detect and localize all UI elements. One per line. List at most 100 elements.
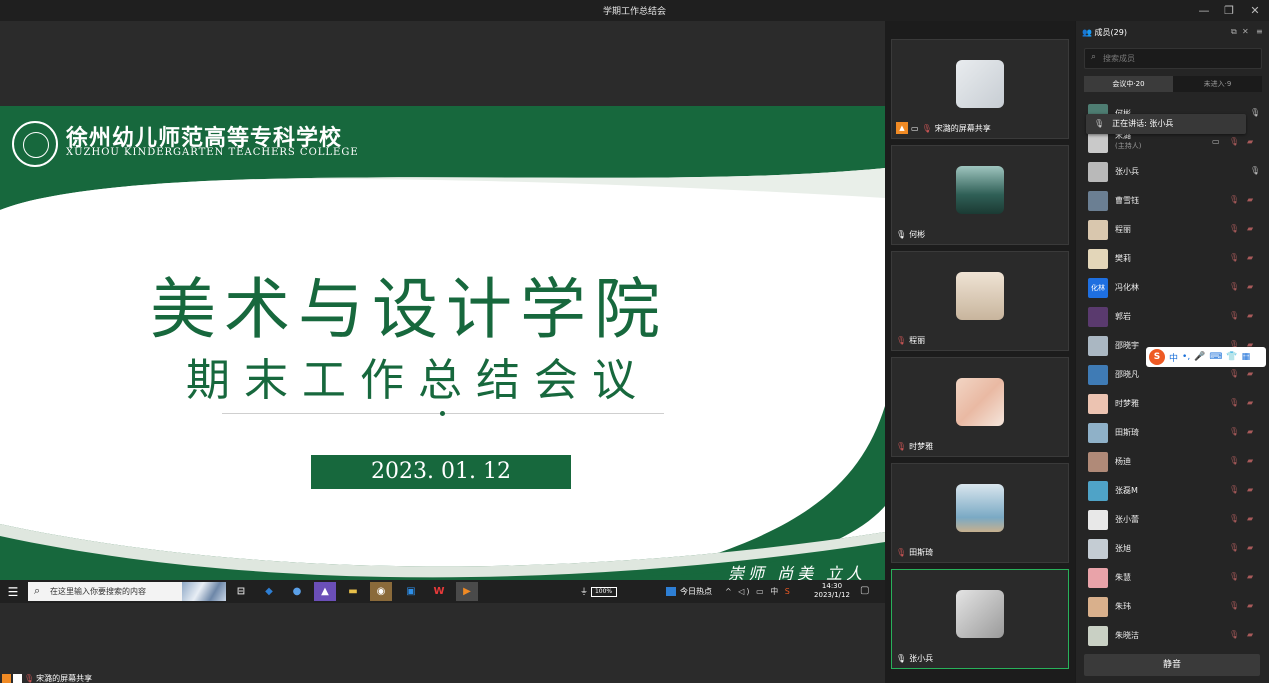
close-panel-icon[interactable]: ✕ [1242, 27, 1249, 36]
search-icon: ⌕ [1091, 52, 1097, 62]
member-search[interactable]: ⌕ [1084, 48, 1262, 69]
camera-off-icon[interactable]: ▰ [1247, 282, 1253, 291]
member-name: 杨迪 [1115, 456, 1131, 467]
member-name: 程丽 [1115, 224, 1131, 235]
mic-muted-icon[interactable]: 🎙 [1229, 398, 1239, 407]
member-row[interactable]: 程丽 🎙 ▰ [1076, 215, 1269, 244]
minimize-button[interactable]: — [1193, 2, 1215, 18]
camera-off-icon[interactable]: ▰ [1247, 398, 1253, 407]
member-tabs: 会议中·20 未进入·9 [1084, 76, 1262, 92]
camera-off-icon[interactable]: ▰ [1247, 311, 1253, 320]
camera-off-icon[interactable]: ▰ [1247, 630, 1253, 639]
meeting-app: 学期工作总结会 — ❐ ✕ 徐州幼儿师范高等专科学校 XUZHOU KINDER… [0, 0, 1269, 683]
camera-off-icon[interactable]: ▰ [1247, 137, 1253, 146]
member-row[interactable]: 朱玮 🎙 ▰ [1076, 592, 1269, 621]
video-tile[interactable]: 🎙 何彬 [891, 145, 1069, 245]
member-name-text: 邵晓凡 [1115, 370, 1139, 379]
network-icon: ▭ [756, 587, 766, 596]
member-row[interactable]: 曹雪钰 🎙 ▰ [1076, 186, 1269, 215]
mic-muted-icon[interactable]: 🎙 [1229, 485, 1239, 494]
menu-icon[interactable]: ≡ [1256, 27, 1263, 36]
mic-muted-icon[interactable]: 🎙 [1229, 253, 1239, 262]
member-row[interactable]: 张小蕾 🎙 ▰ [1076, 505, 1269, 534]
member-avatar [1088, 220, 1108, 240]
restore-button[interactable]: ❐ [1218, 2, 1240, 18]
camera-off-icon[interactable]: ▰ [1247, 601, 1253, 610]
member-name: 邵晓宇 [1115, 340, 1139, 351]
mute-all-button[interactable]: 静音 [1084, 654, 1260, 676]
member-name: 张小蕾 [1115, 514, 1139, 525]
sogou-logo-icon[interactable]: S [1149, 349, 1165, 365]
keyboard-icon[interactable]: ⌨ [1209, 352, 1222, 362]
mic-muted-icon[interactable]: 🎙 [1229, 601, 1239, 610]
member-row[interactable]: 朱晓洁 🎙 ▰ [1076, 621, 1269, 650]
member-row[interactable]: 樊莉 🎙 ▰ [1076, 244, 1269, 273]
presentation-slide: 徐州幼儿师范高等专科学校 XUZHOU KINDERGARTEN TEACHER… [0, 106, 885, 601]
video-tile[interactable]: 🎙 田斯琦 [891, 463, 1069, 563]
mic-icon[interactable]: 🎙 [1250, 108, 1260, 117]
mic-muted-icon[interactable]: 🎙 [1229, 369, 1239, 378]
clock-time: 14:30 [821, 582, 843, 590]
mic-muted-icon[interactable]: 🎙 [1229, 456, 1239, 465]
camera-off-icon[interactable]: ▰ [1247, 485, 1253, 494]
camera-off-icon[interactable]: ▰ [1247, 543, 1253, 552]
mic-muted-icon[interactable]: 🎙 [1229, 311, 1239, 320]
member-row[interactable]: 田斯琦 🎙 ▰ [1076, 418, 1269, 447]
mic-muted-icon[interactable]: 🎙 [1229, 572, 1239, 581]
camera-off-icon[interactable]: ▰ [1247, 253, 1253, 262]
member-name: 邵晓凡 [1115, 369, 1139, 380]
tile-name: 程丽 [909, 336, 926, 345]
folder-icon: ▬ [348, 586, 358, 597]
member-name-text: 樊莉 [1115, 254, 1131, 263]
tile-label: 🎙 张小兵 [896, 653, 933, 664]
camera-off-icon[interactable]: ▰ [1247, 369, 1253, 378]
mic-icon[interactable]: 🎙 [1250, 166, 1260, 175]
ime-lang-toggle[interactable]: 中 [1169, 351, 1178, 364]
member-avatar [1088, 626, 1108, 646]
mic-muted-icon[interactable]: 🎙 [1229, 427, 1239, 436]
member-row[interactable]: 朱慧 🎙 ▰ [1076, 563, 1269, 592]
member-row[interactable]: 郭岩 🎙 ▰ [1076, 302, 1269, 331]
member-name: 田斯琦 [1115, 427, 1139, 438]
camera-off-icon[interactable]: ▰ [1247, 514, 1253, 523]
tab-in-meeting[interactable]: 会议中·20 [1084, 76, 1173, 92]
member-name-text: 冯化林 [1115, 283, 1139, 292]
camera-off-icon[interactable]: ▰ [1247, 427, 1253, 436]
tab-not-joined[interactable]: 未进入·9 [1173, 76, 1262, 92]
member-name-text: 邵晓宇 [1115, 341, 1139, 350]
skin-icon[interactable]: 👕 [1226, 352, 1237, 362]
member-search-input[interactable] [1103, 52, 1253, 65]
video-tile[interactable]: 🎙 时梦雅 [891, 357, 1069, 457]
mic-muted-icon[interactable]: 🎙 [1229, 195, 1239, 204]
camera-off-icon[interactable]: ▰ [1247, 572, 1253, 581]
member-row[interactable]: 张旭 🎙 ▰ [1076, 534, 1269, 563]
member-row[interactable]: 张小兵 🎙 [1076, 157, 1269, 186]
mic-muted-icon[interactable]: 🎙 [1229, 514, 1239, 523]
member-row[interactable]: 张磊M 🎙 ▰ [1076, 476, 1269, 505]
camera-off-icon[interactable]: ▰ [1247, 456, 1253, 465]
video-strip[interactable]: ▲ ▭ 🎙 宋潞的屏幕共享 🎙 何彬 🎙 程丽 🎙 时梦雅 🎙 田斯琦 🎙 张小… [885, 21, 1075, 683]
close-button[interactable]: ✕ [1244, 2, 1266, 18]
member-avatar [1088, 191, 1108, 211]
mic-muted-icon[interactable]: 🎙 [1229, 630, 1239, 639]
video-tile-active-speaker[interactable]: 🎙 张小兵 [891, 569, 1069, 669]
video-tile[interactable]: ▲ ▭ 🎙 宋潞的屏幕共享 [891, 39, 1069, 139]
member-avatar [1088, 481, 1108, 501]
mic-muted-icon: 🎙 [24, 674, 35, 683]
ime-toolbar[interactable]: S 中 •, 🎤 ⌨ 👕 ▦ [1146, 347, 1266, 367]
toolbox-icon[interactable]: ▦ [1242, 352, 1251, 362]
member-row[interactable]: 化林 冯化林 🎙 ▰ [1076, 273, 1269, 302]
mic-muted-icon[interactable]: 🎙 [1229, 224, 1239, 233]
member-row[interactable]: 杨迪 🎙 ▰ [1076, 447, 1269, 476]
punctuation-icon[interactable]: •, [1182, 352, 1190, 362]
member-row[interactable]: 时梦雅 🎙 ▰ [1076, 389, 1269, 418]
voice-input-icon[interactable]: 🎤 [1194, 352, 1205, 362]
camera-off-icon[interactable]: ▰ [1247, 195, 1253, 204]
mic-muted-icon[interactable]: 🎙 [1229, 543, 1239, 552]
mic-muted-icon[interactable]: 🎙 [1229, 282, 1239, 291]
mic-muted-icon[interactable]: 🎙 [1229, 137, 1239, 146]
member-role: (主持人) [1115, 142, 1142, 150]
video-tile[interactable]: 🎙 程丽 [891, 251, 1069, 351]
popout-icon[interactable]: ⧉ [1231, 27, 1237, 37]
camera-off-icon[interactable]: ▰ [1247, 224, 1253, 233]
